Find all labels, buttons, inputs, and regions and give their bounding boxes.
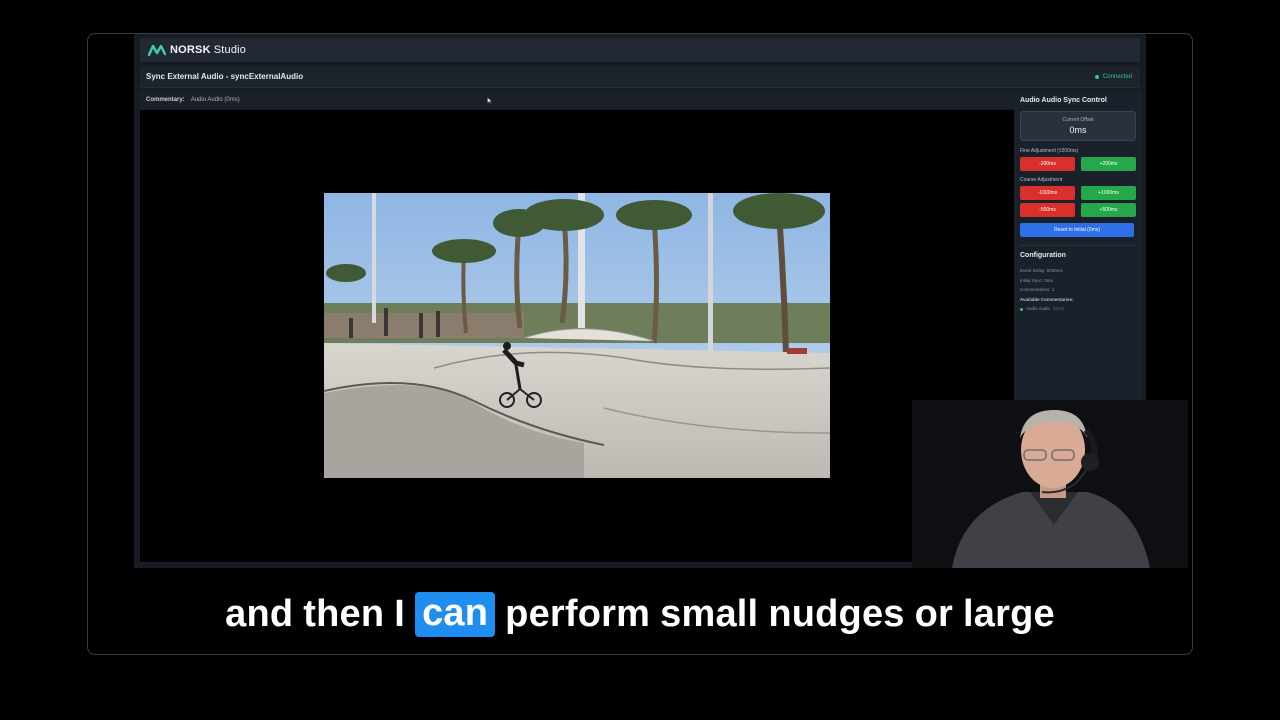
page-header: Sync External Audio - syncExternalAudio …: [140, 66, 1140, 88]
config-initial-sync: Initial Sync: 0ms: [1020, 277, 1053, 283]
caption-word: I: [394, 592, 406, 635]
sync-panel-title: Audio Audio Sync Control: [1020, 97, 1107, 104]
commentary-list-item[interactable]: Audio Audio (0ms): [1020, 304, 1136, 314]
video-frame-image: [324, 193, 830, 478]
caption-word: then: [303, 592, 385, 635]
reset-offset-button[interactable]: Reset to Initial (0ms): [1020, 223, 1134, 237]
caption-highlighted-word: can: [415, 591, 496, 637]
current-offset-display: Current Offset 0ms: [1020, 111, 1136, 141]
commentary-selector[interactable]: Commentary: Audio Audio (0ms): [140, 91, 1014, 109]
config-event-delay: Event Delay: 5000ms: [1020, 268, 1063, 273]
current-offset-label: Current Offset: [1062, 117, 1094, 123]
plus-500ms-button[interactable]: +500ms: [1081, 203, 1136, 217]
connection-status: Connected: [1094, 73, 1132, 80]
caption-word: nudges: [768, 592, 905, 635]
brand-name: NORSK Studio: [170, 44, 247, 56]
subtitle-caption: and then I can perform small nudges or l…: [0, 586, 1280, 642]
coarse-adjustment-row-1: -1000ms +1000ms: [1020, 186, 1136, 200]
caption-word: and: [225, 592, 294, 635]
caption-word: large: [963, 592, 1055, 635]
coarse-adjustment-row-2: -500ms +500ms: [1020, 203, 1136, 217]
presenter-webcam-image: [912, 400, 1188, 568]
caption-word: perform: [505, 592, 651, 635]
commentary-active-dot-icon: [1020, 307, 1023, 311]
caption-word: small: [660, 592, 759, 635]
fine-adjustment-buttons: -200ms +200ms: [1020, 157, 1136, 171]
status-dot-icon: [1094, 74, 1099, 79]
presenter-webcam: [912, 400, 1188, 568]
commentary-value[interactable]: Audio Audio (0ms): [191, 97, 240, 103]
caption-word: or: [914, 592, 954, 635]
video-player[interactable]: [140, 110, 1014, 562]
minus-200ms-button[interactable]: -200ms: [1020, 157, 1075, 171]
commentary-item-name: Audio Audio: [1026, 306, 1051, 311]
available-commentaries-label: Available Commentaries:: [1020, 296, 1074, 302]
panel-divider: [1020, 245, 1136, 246]
current-offset-value: 0ms: [1069, 125, 1087, 135]
connection-status-label: Connected: [1102, 73, 1132, 80]
plus-200ms-button[interactable]: +200ms: [1081, 157, 1136, 171]
fine-adjustment-label: Fine Adjustment (±200ms): [1020, 148, 1079, 154]
commentary-item-offset: (0ms): [1053, 306, 1065, 311]
minus-1000ms-button[interactable]: -1000ms: [1020, 186, 1075, 200]
minus-500ms-button[interactable]: -500ms: [1020, 203, 1075, 217]
mouse-cursor-icon: [487, 97, 492, 104]
top-navbar: NORSK Studio: [140, 38, 1140, 62]
plus-1000ms-button[interactable]: +1000ms: [1081, 186, 1136, 200]
configuration-title: Configuration: [1020, 252, 1066, 259]
coarse-adjustment-label: Coarse Adjustment: [1020, 177, 1063, 183]
video-preview-skatepark[interactable]: [324, 193, 830, 478]
commentary-label: Commentary:: [146, 97, 185, 103]
norsk-logo-icon: [148, 44, 166, 56]
page-title: Sync External Audio - syncExternalAudio: [146, 72, 304, 81]
config-commentaries-count: Commentaries: 1: [1020, 287, 1055, 292]
